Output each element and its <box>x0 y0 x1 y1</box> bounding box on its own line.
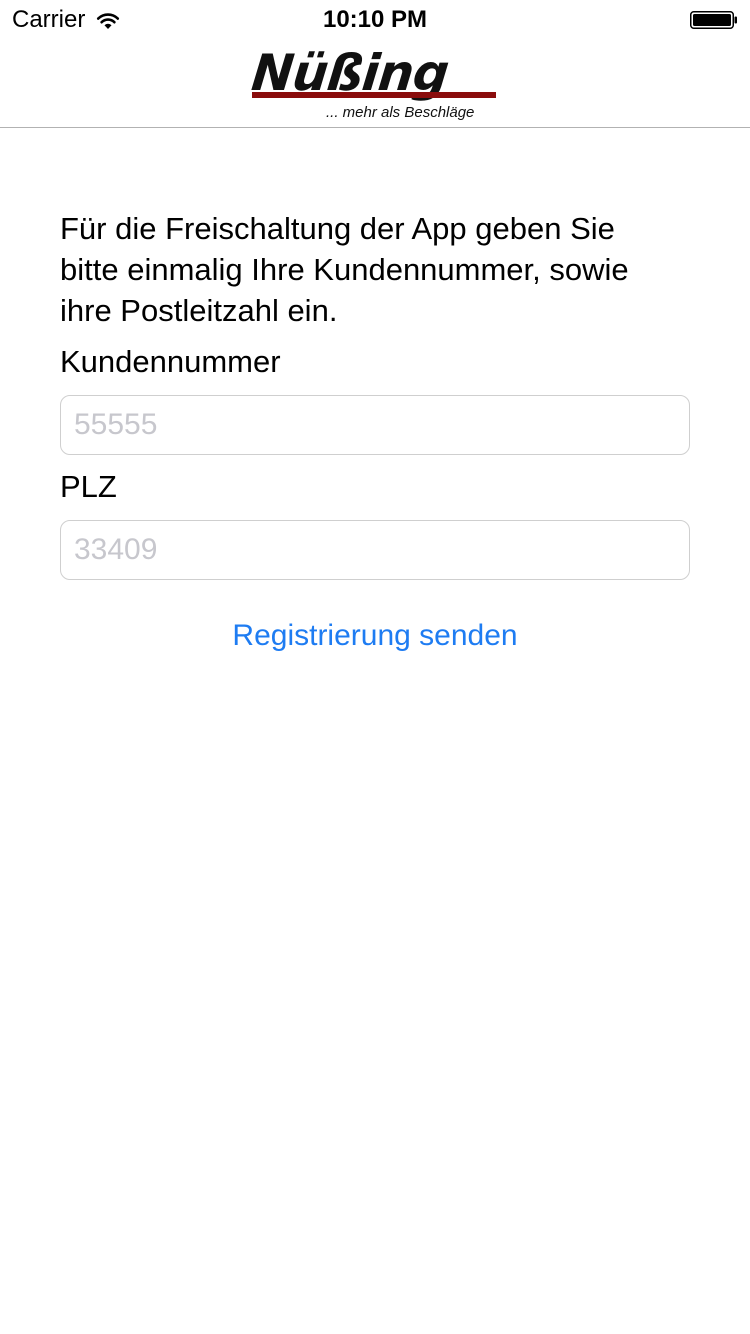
nav-header: Nüßing ... mehr als Beschläge <box>0 40 750 128</box>
status-bar: Carrier 10:10 PM <box>0 0 750 40</box>
customer-number-label: Kundennummer <box>60 344 281 379</box>
registration-screen: Carrier 10:10 PM Nüßing ... mehr als Bes… <box>0 0 750 1334</box>
logo-accent-bar <box>252 92 496 98</box>
intro-text: Für die Freischaltung der App geben Sie … <box>60 211 629 328</box>
status-time: 10:10 PM <box>322 6 428 33</box>
zip-input[interactable] <box>60 520 690 580</box>
battery-icon <box>690 11 737 29</box>
submit-registration-button[interactable]: Registrierung senden <box>0 614 750 658</box>
zip-label: PLZ <box>60 469 117 504</box>
company-logo: Nüßing ... mehr als Beschläge <box>249 44 502 126</box>
logo-tagline: ... mehr als Beschläge <box>326 104 475 121</box>
customer-number-input[interactable] <box>60 395 690 455</box>
